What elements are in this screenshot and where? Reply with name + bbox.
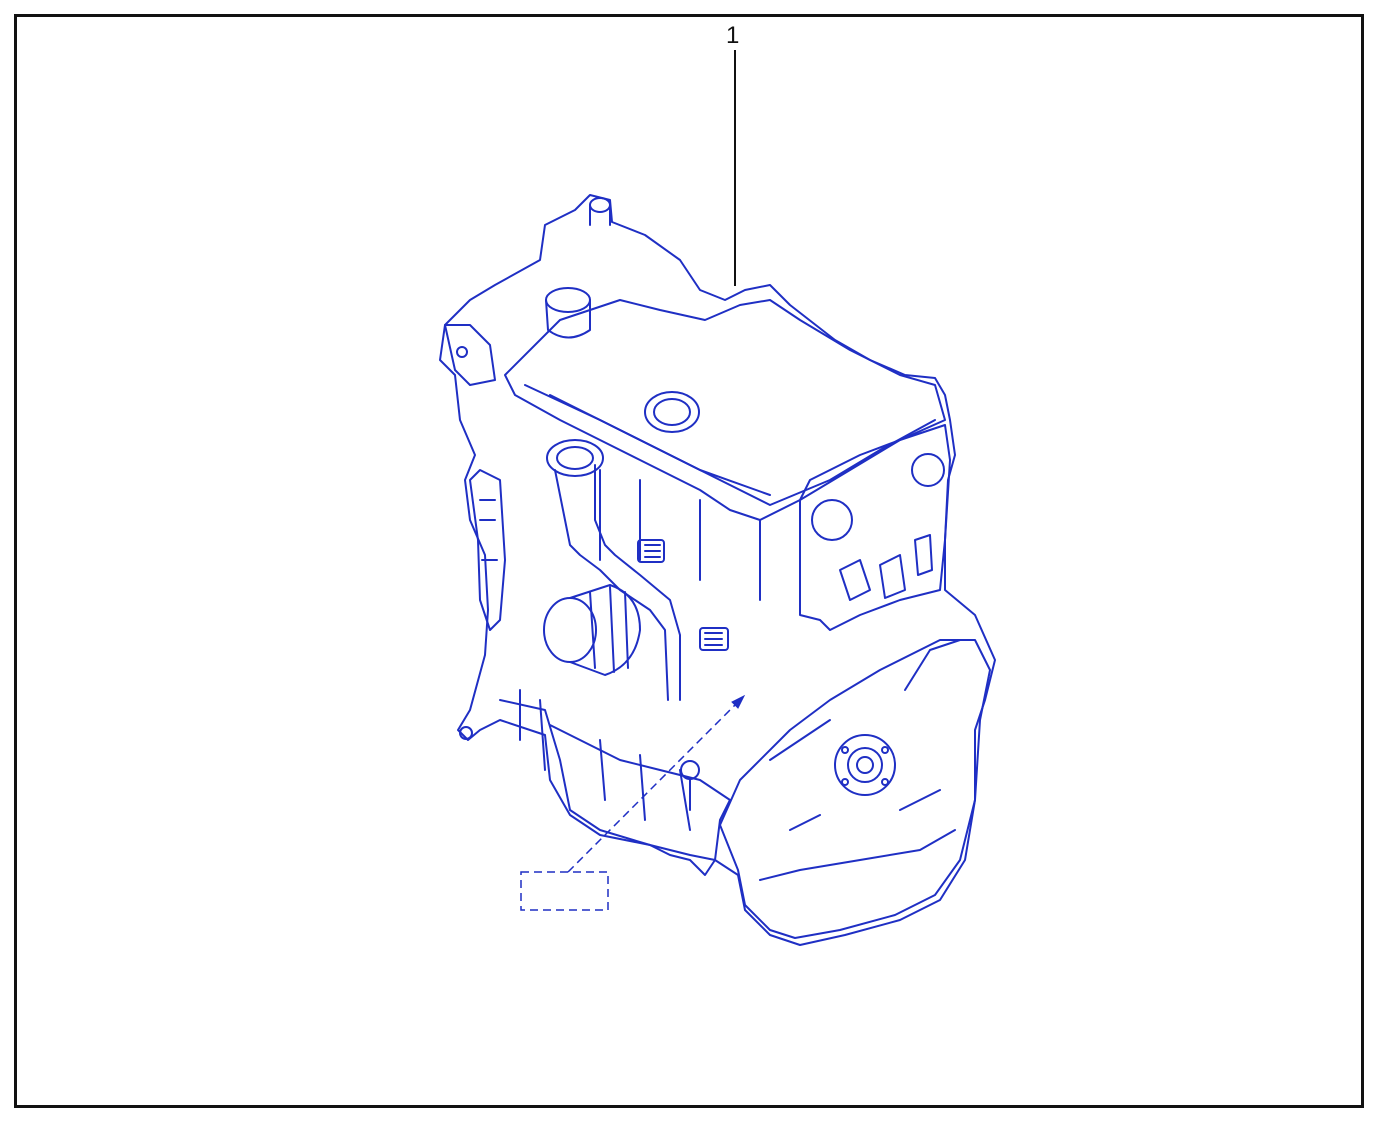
oil-filter-body <box>569 584 641 676</box>
valve-cover-ridge <box>524 384 936 506</box>
breather-cap <box>545 287 591 313</box>
valve-cover <box>504 299 946 521</box>
mount-ear-left <box>444 324 496 386</box>
camshaft-bore-2 <box>911 453 945 487</box>
crank-flange <box>834 734 896 796</box>
valve-cover-ridge-2 <box>549 394 771 496</box>
sensor-boss <box>680 760 700 780</box>
camshaft-bore-1 <box>811 499 853 541</box>
block-rib-1 <box>599 469 761 601</box>
engine-diagram <box>439 50 996 946</box>
engine-assembly-illustration <box>439 194 996 946</box>
flywheel-housing <box>719 639 991 939</box>
oil-filler-cap-inner <box>653 398 691 426</box>
oil-filter-end <box>543 597 597 663</box>
oil-sump <box>499 699 731 861</box>
dashed-label-box <box>520 871 609 911</box>
top-bolt-boss <box>589 197 611 213</box>
reference-label-pointer <box>520 699 741 911</box>
